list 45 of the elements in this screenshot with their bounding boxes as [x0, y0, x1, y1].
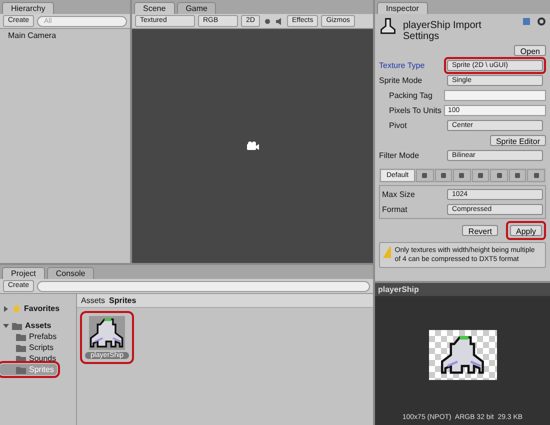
hierarchy-tab[interactable]: Hierarchy — [2, 2, 54, 14]
field-label: Pivot — [389, 121, 408, 130]
platform-tab-icon[interactable] — [527, 169, 545, 182]
field-label: Format — [382, 205, 408, 214]
folder-item[interactable]: Prefabs — [0, 331, 60, 342]
hierarchy-item[interactable]: Main Camera — [0, 29, 130, 42]
field-label: Texture Type — [379, 61, 426, 70]
platform-tab-icon[interactable] — [490, 169, 508, 182]
field-label: Sprite Mode — [379, 76, 424, 85]
sprite-editor-button[interactable]: Sprite Editor — [490, 135, 546, 146]
field-label: Filter Mode — [379, 151, 420, 160]
platform-tab-icon[interactable] — [453, 169, 471, 182]
platform-tab-icon[interactable] — [416, 169, 434, 182]
panel-tab[interactable]: Console — [46, 267, 94, 279]
platform-tab-icon[interactable] — [508, 169, 526, 182]
speaker-icon[interactable] — [274, 16, 284, 26]
camera-icon — [246, 141, 260, 151]
view-tab[interactable]: Scene — [134, 2, 175, 14]
tree-item[interactable]: Assets — [25, 321, 52, 330]
expand-arrow-icon[interactable] — [3, 322, 9, 328]
settings-icon[interactable] — [537, 17, 546, 26]
field-label: Pixels To Units — [389, 106, 441, 115]
star-icon — [12, 304, 21, 313]
inspector-tab[interactable]: Inspector — [377, 2, 428, 14]
field-label: Packing Tag — [389, 91, 434, 100]
open-button[interactable]: Open — [514, 45, 546, 56]
inspector-title: playerShip Import Settings — [403, 19, 482, 42]
folder-item[interactable]: Scripts — [0, 342, 56, 353]
tree-item[interactable]: Favorites — [24, 304, 60, 313]
panel-tab[interactable]: Project — [2, 267, 45, 279]
input-field[interactable] — [444, 90, 546, 101]
field-label: Max Size — [382, 190, 416, 199]
breadcrumb-item[interactable]: Sprites — [109, 296, 136, 305]
expand-arrow-icon[interactable] — [3, 306, 9, 312]
search-field[interactable] — [37, 280, 370, 292]
spaceship-drawing — [89, 316, 125, 350]
platform-tab-icon[interactable] — [472, 169, 490, 182]
revert-button[interactable]: Revert — [462, 225, 498, 236]
view-tab[interactable]: Game — [176, 2, 216, 14]
folder-item[interactable]: Sounds — [0, 353, 60, 364]
apply-button[interactable]: Apply — [510, 225, 542, 236]
platform-tab-icon[interactable] — [434, 169, 452, 182]
warning-icon — [383, 246, 391, 258]
preview-title: playerShip — [375, 283, 550, 296]
breadcrumb-item[interactable]: Assets — [81, 296, 106, 305]
